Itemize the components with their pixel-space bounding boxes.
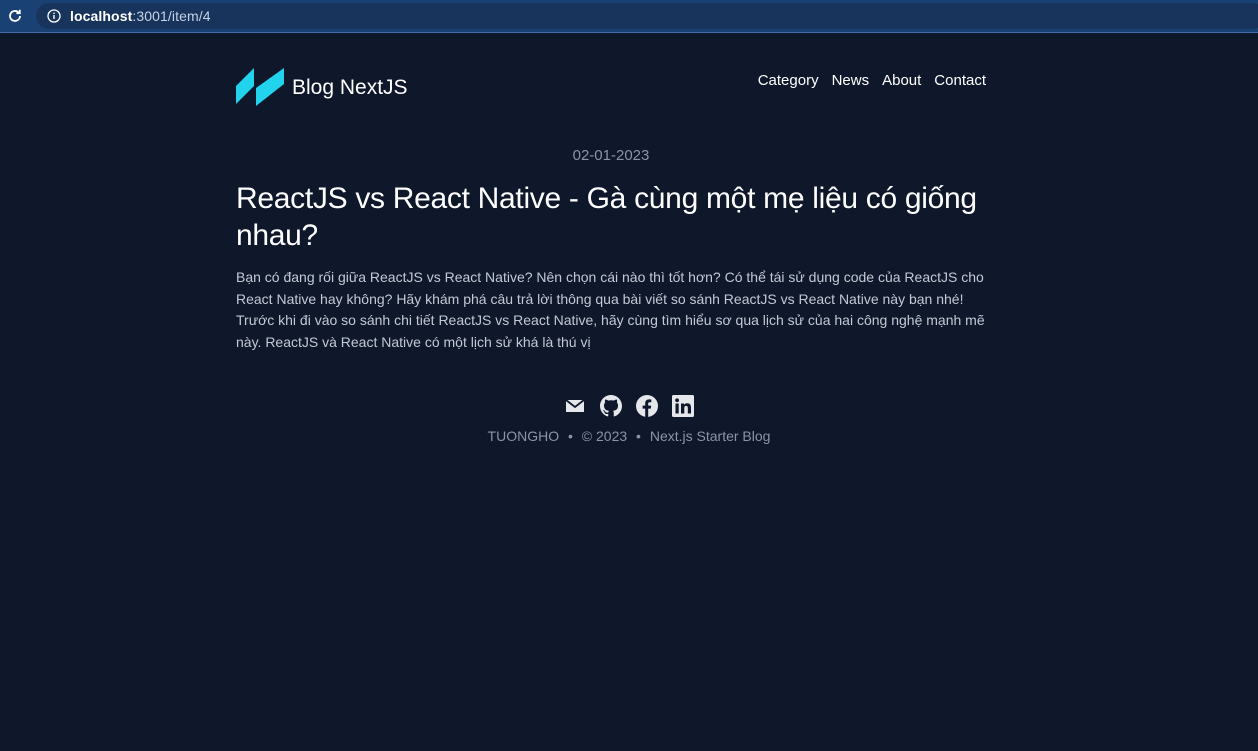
logo-icon — [236, 68, 284, 106]
post-date: 02-01-2023 — [572, 147, 650, 164]
nav-link-contact[interactable]: Contact — [934, 72, 986, 89]
footer-separator: • — [568, 428, 573, 444]
mail-icon[interactable] — [563, 394, 587, 418]
linkedin-icon[interactable] — [671, 394, 695, 418]
site-footer: TUONGHO • © 2023 • Next.js Starter Blog — [0, 428, 1258, 444]
url-host: localhost — [70, 8, 133, 24]
site-title: Blog NextJS — [292, 76, 408, 99]
post-excerpt: Bạn có đang rối giữa ReactJS vs React Na… — [236, 269, 985, 350]
site-info-icon[interactable] — [46, 8, 62, 24]
footer-separator: • — [636, 428, 641, 444]
post-title[interactable]: ReactJS vs React Native - Gà cùng một mẹ… — [236, 180, 986, 254]
social-links — [0, 394, 1258, 418]
footer-copyright: © 2023 — [581, 428, 628, 444]
page: Blog NextJS Category News About Contact … — [0, 34, 1258, 751]
url-path: :3001/item/4 — [132, 8, 211, 24]
site-header: Blog NextJS Category News About Contact — [236, 68, 986, 110]
reload-icon — [9, 9, 21, 22]
nav-link-category[interactable]: Category — [758, 72, 819, 89]
nav-link-news[interactable]: News — [832, 72, 870, 89]
footer-credit-link[interactable]: Next.js Starter Blog — [650, 428, 771, 444]
footer-author: TUONGHO — [487, 428, 560, 444]
site-logo-link[interactable]: Blog NextJS — [236, 68, 408, 106]
address-bar[interactable]: localhost:3001/item/4 — [36, 3, 1258, 29]
nav-link-about[interactable]: About — [882, 72, 921, 89]
facebook-icon[interactable] — [635, 394, 659, 418]
reload-button[interactable] — [2, 3, 28, 29]
main-nav: Category News About Contact — [745, 72, 986, 89]
url-text: localhost:3001/item/4 — [70, 8, 211, 24]
github-icon[interactable] — [599, 394, 623, 418]
browser-toolbar: localhost:3001/item/4 — [0, 0, 1258, 33]
